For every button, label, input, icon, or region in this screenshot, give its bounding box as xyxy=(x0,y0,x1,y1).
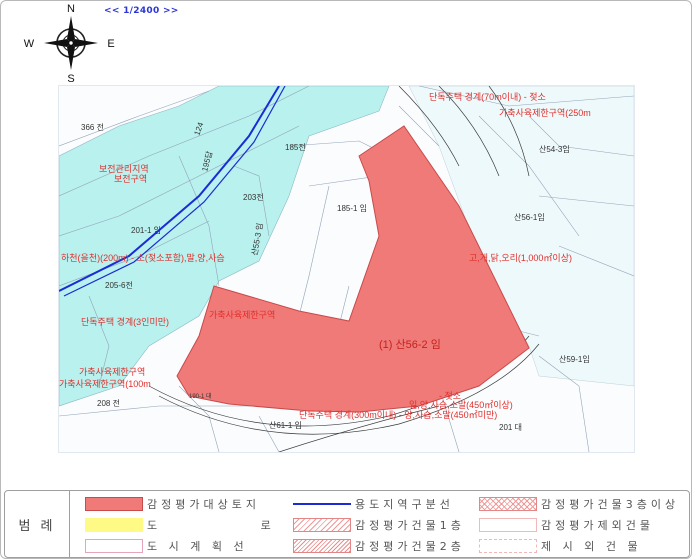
zone-text: 단독주택 경계(300m이내) - 양,사슴,소말(450㎡미만) xyxy=(299,409,497,420)
zone-text: 가축사육제한구역(100m xyxy=(59,379,151,389)
legend-item-road: 도 로 xyxy=(85,517,321,533)
parcel-label: 185전 xyxy=(285,142,306,152)
legend-swatch xyxy=(293,518,351,532)
zone-text: 보전구역 xyxy=(114,174,147,184)
legend-swatch xyxy=(85,497,143,511)
legend-item-non-presented-building: 제 시 외 건 물 xyxy=(479,538,642,554)
parcel-label: 산61-1 임 xyxy=(269,420,302,430)
legend-swatch xyxy=(85,539,143,553)
cadastral-map[interactable]: 단독주택 경계(70m이내) - 젖소 가축사육제한구역(250m 보전관리지역… xyxy=(58,85,635,453)
legend-item-building-2f: 감정평가건물2층 xyxy=(293,538,465,554)
parcel-label: 산54-3임 xyxy=(539,144,570,154)
zone-text: 단독주택 경계(3인미만) xyxy=(81,316,169,327)
zone-text: 일,양,사슴,소말(450㎡이상) xyxy=(409,399,513,410)
legend-item-zone-line: 용도지역구분선 xyxy=(293,496,454,512)
legend-item-excluded-building: 감정평가제외건물 xyxy=(479,517,654,533)
zone-text: 보전관리지역 xyxy=(99,164,149,174)
legend-item-building-3f: 감정평가건물3층이상 xyxy=(479,496,679,512)
parcel-label: 185-1 임 xyxy=(337,204,367,213)
parcel-label: 산56-1임 xyxy=(514,212,545,222)
zone-text: 하천(을천)(200m) - 소(젖소포함),말,양,사슴 xyxy=(61,252,225,263)
legend-swatch xyxy=(479,497,537,511)
legend-item-city-plan-line: 도 시 계 획 선 xyxy=(85,538,248,554)
legend-item-subject-land: 감정평가대상토지 xyxy=(85,496,260,512)
zone-text: 가축사육제한구역(250m xyxy=(499,108,591,118)
legend-box: 범 례 감정평가대상토지 용도지역구분선 감정평가건물3층이상 도 로 감정평가… xyxy=(4,490,690,558)
parcel-label: 208 전 xyxy=(97,398,120,408)
compass-west: W xyxy=(24,38,35,50)
parcel-label: 201 대 xyxy=(499,423,522,432)
legend-swatch xyxy=(479,539,537,553)
compass-east: E xyxy=(107,38,114,50)
zone-text: 단독주택 경계(70m이내) - 젖소 xyxy=(429,91,546,102)
parcel-label: 366 전 xyxy=(81,122,104,132)
parcel-label: 201-1 임 xyxy=(131,226,161,235)
parcel-label: 190-1 대 xyxy=(189,392,212,400)
map-canvas: 단독주택 경계(70m이내) - 젖소 가축사육제한구역(250m 보전관리지역… xyxy=(59,86,634,452)
zone-text: 가축사육제한구역 xyxy=(209,310,275,320)
compass-south: S xyxy=(67,73,74,84)
parcel-label: 203전 xyxy=(243,192,264,202)
legend-swatch xyxy=(293,539,351,553)
subject-parcel-label: (1) 산56-2 임 xyxy=(379,338,441,351)
compass-north: N xyxy=(67,3,75,15)
legend-swatch xyxy=(293,503,351,505)
legend-swatch xyxy=(479,518,537,532)
legend-title: 범 례 xyxy=(5,491,70,557)
legend-item-building-1f: 감정평가건물1층 xyxy=(293,517,465,533)
zone-text: 가축사육제한구역 xyxy=(79,367,145,377)
compass-rose-icon: N S E W xyxy=(24,3,115,84)
legend-swatch xyxy=(85,518,143,532)
zone-text: 고,개,닭,오리(1,000㎡이상) xyxy=(469,252,572,263)
parcel-label: 205-6전 xyxy=(105,280,133,290)
parcel-label: 산59-1임 xyxy=(559,354,590,364)
